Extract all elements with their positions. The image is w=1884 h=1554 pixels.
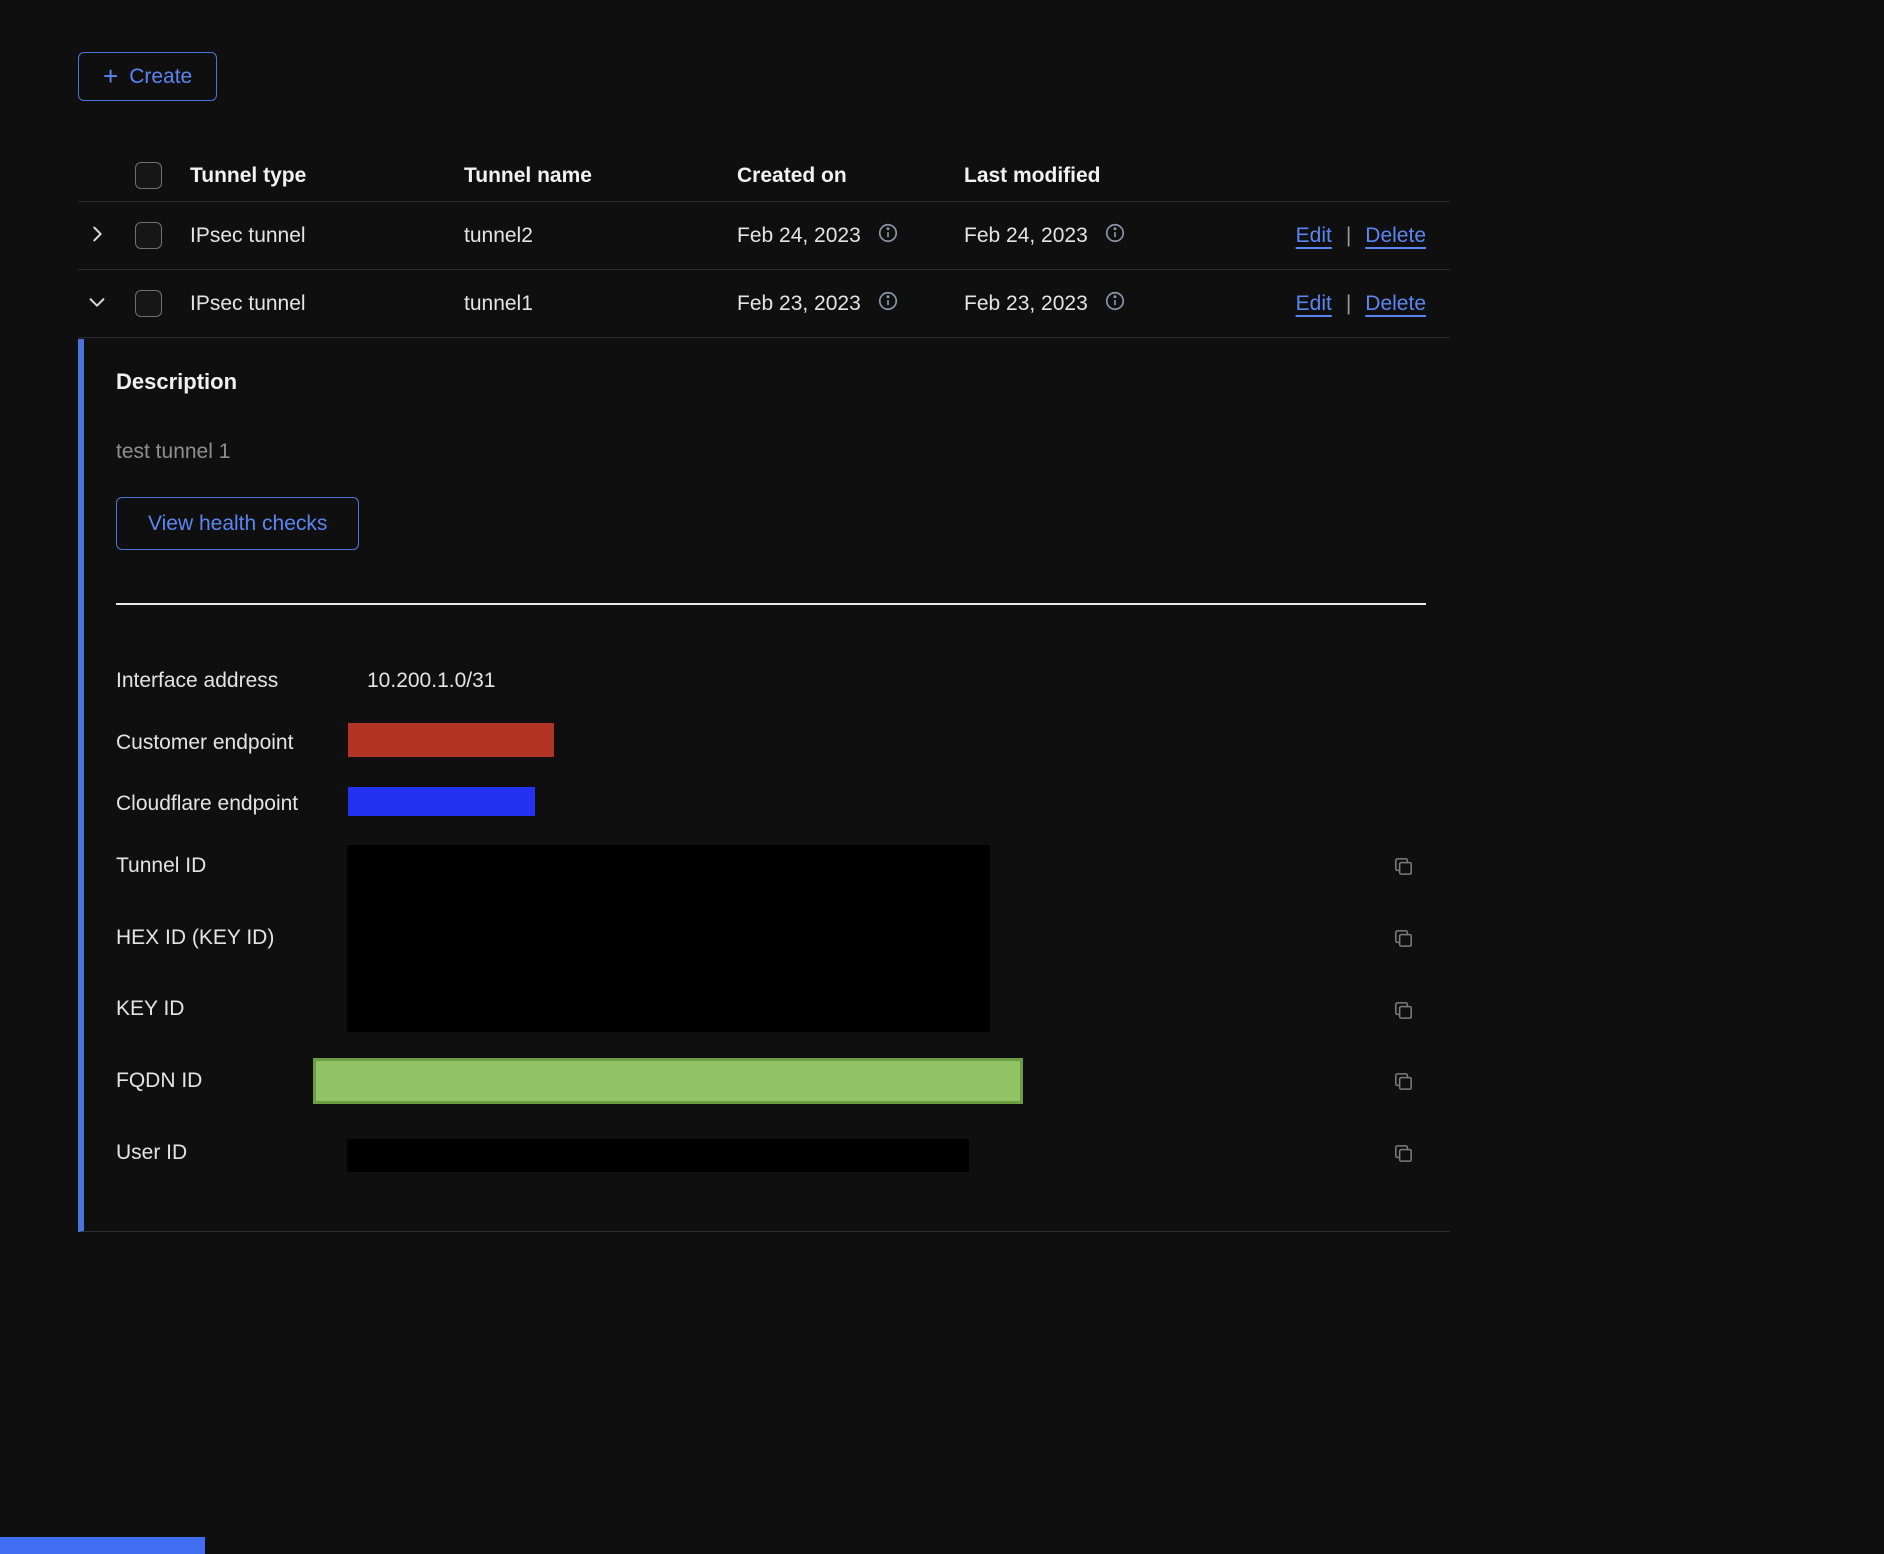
table-row: IPsec tunnel tunnel1 Feb 23, 2023 Feb 23… bbox=[78, 270, 1450, 338]
row-checkbox[interactable] bbox=[135, 222, 162, 249]
info-icon[interactable] bbox=[1104, 290, 1126, 318]
tunnel-name-cell: tunnel1 bbox=[464, 292, 737, 316]
chevron-right-icon bbox=[86, 223, 108, 248]
tunnel-hex-key-id-redaction bbox=[347, 845, 990, 1032]
customer-endpoint-redaction bbox=[348, 723, 554, 757]
table-row: IPsec tunnel tunnel2 Feb 24, 2023 Feb 24… bbox=[78, 202, 1450, 270]
tunnels-table: Tunnel type Tunnel name Created on Last … bbox=[78, 150, 1450, 338]
expand-row-button[interactable] bbox=[86, 223, 108, 248]
info-icon[interactable] bbox=[877, 290, 899, 318]
user-id-label: User ID bbox=[116, 1141, 187, 1165]
view-health-checks-button[interactable]: View health checks bbox=[116, 497, 359, 550]
created-on-cell: Feb 24, 2023 bbox=[737, 224, 861, 248]
user-id-redaction bbox=[347, 1139, 969, 1172]
collapse-row-button[interactable] bbox=[86, 291, 108, 316]
header-tunnel-type: Tunnel type bbox=[190, 164, 464, 188]
actions-separator: | bbox=[1346, 224, 1351, 248]
create-button-label: Create bbox=[129, 65, 192, 89]
info-icon[interactable] bbox=[1104, 222, 1126, 250]
copy-icon bbox=[1392, 1081, 1415, 1096]
row-checkbox[interactable] bbox=[135, 290, 162, 317]
section-divider bbox=[116, 603, 1426, 605]
copy-icon bbox=[1392, 1010, 1415, 1025]
copy-tunnel-id-button[interactable] bbox=[1392, 855, 1415, 881]
edit-link[interactable]: Edit bbox=[1296, 224, 1332, 248]
tunnel-detail-panel: Description test tunnel 1 View health ch… bbox=[78, 339, 1450, 1232]
copy-fqdn-id-button[interactable] bbox=[1392, 1070, 1415, 1096]
header-created-on: Created on bbox=[737, 164, 964, 188]
tunnel-type-cell: IPsec tunnel bbox=[190, 292, 464, 316]
cloudflare-endpoint-redaction bbox=[348, 787, 535, 816]
actions-separator: | bbox=[1346, 292, 1351, 316]
last-modified-cell: Feb 23, 2023 bbox=[964, 292, 1088, 316]
cloudflare-endpoint-label: Cloudflare endpoint bbox=[116, 792, 298, 816]
copy-key-id-button[interactable] bbox=[1392, 999, 1415, 1025]
customer-endpoint-label: Customer endpoint bbox=[116, 731, 293, 755]
edit-link[interactable]: Edit bbox=[1296, 292, 1332, 316]
select-all-checkbox[interactable] bbox=[135, 162, 162, 189]
bottom-partial-button[interactable] bbox=[0, 1537, 205, 1554]
copy-icon bbox=[1392, 938, 1415, 953]
delete-link[interactable]: Delete bbox=[1365, 292, 1426, 316]
interface-address-value: 10.200.1.0/31 bbox=[367, 669, 495, 693]
table-header-row: Tunnel type Tunnel name Created on Last … bbox=[78, 150, 1450, 202]
header-last-modified: Last modified bbox=[964, 164, 1282, 188]
tunnels-page: + Create Tunnel type Tunnel name Created… bbox=[0, 0, 1884, 1554]
fqdn-id-label: FQDN ID bbox=[116, 1069, 202, 1093]
key-id-label: KEY ID bbox=[116, 997, 184, 1021]
description-label: Description bbox=[116, 369, 237, 395]
fqdn-id-redaction bbox=[313, 1058, 1023, 1104]
header-tunnel-name: Tunnel name bbox=[464, 164, 737, 188]
tunnel-type-cell: IPsec tunnel bbox=[190, 224, 464, 248]
copy-icon bbox=[1392, 1153, 1415, 1168]
hex-id-label: HEX ID (KEY ID) bbox=[116, 926, 274, 950]
chevron-down-icon bbox=[86, 291, 108, 316]
delete-link[interactable]: Delete bbox=[1365, 224, 1426, 248]
copy-user-id-button[interactable] bbox=[1392, 1142, 1415, 1168]
description-text: test tunnel 1 bbox=[116, 440, 230, 464]
tunnel-name-cell: tunnel2 bbox=[464, 224, 737, 248]
plus-icon: + bbox=[103, 63, 118, 89]
last-modified-cell: Feb 24, 2023 bbox=[964, 224, 1088, 248]
copy-icon bbox=[1392, 866, 1415, 881]
tunnel-id-label: Tunnel ID bbox=[116, 854, 206, 878]
created-on-cell: Feb 23, 2023 bbox=[737, 292, 861, 316]
create-button[interactable]: + Create bbox=[78, 52, 217, 101]
interface-address-label: Interface address bbox=[116, 669, 278, 693]
info-icon[interactable] bbox=[877, 222, 899, 250]
copy-hex-id-button[interactable] bbox=[1392, 927, 1415, 953]
